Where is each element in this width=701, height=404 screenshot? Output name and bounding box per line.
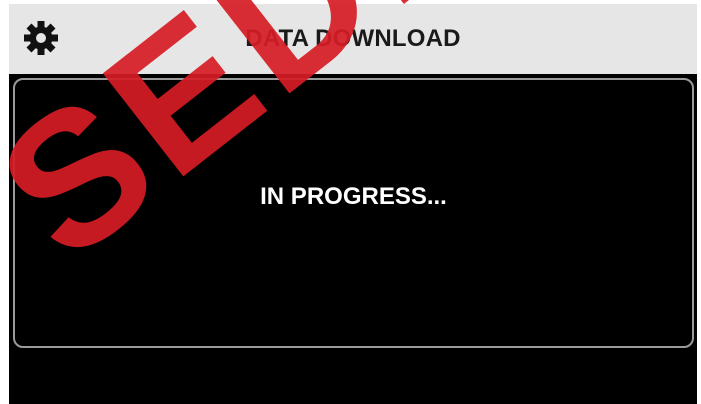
gear-icon[interactable] (23, 20, 59, 56)
header-bar: DATA DOWNLOAD (9, 4, 697, 74)
page-title: DATA DOWNLOAD (245, 25, 461, 52)
status-panel: IN PROGRESS... (13, 78, 694, 348)
status-text: IN PROGRESS... (260, 183, 447, 210)
device-screen: DATA DOWNLOAD IN PROGRESS... (9, 4, 697, 404)
